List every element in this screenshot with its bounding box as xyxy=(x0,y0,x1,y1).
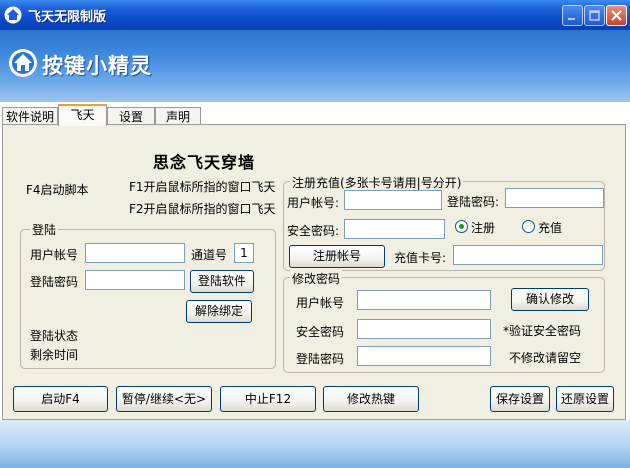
login-password-input[interactable] xyxy=(85,270,185,290)
unbind-button[interactable]: 解除绑定 xyxy=(186,300,252,323)
register-group-legend: 注册充值(多张卡号请用|号分开) xyxy=(290,174,464,191)
register-security-input[interactable] xyxy=(344,219,445,239)
change-password-legend: 修改密码 xyxy=(290,270,343,287)
recharge-card-input[interactable] xyxy=(453,245,603,265)
page-heading: 思念飞天穿墙 xyxy=(153,153,256,172)
close-button[interactable] xyxy=(606,5,627,26)
channel-input[interactable]: 1 xyxy=(234,243,254,263)
window-title: 飞天无限制版 xyxy=(28,10,107,25)
minimize-button[interactable] xyxy=(562,5,583,26)
radio-recharge[interactable] xyxy=(522,220,535,233)
login-account-label: 用户帐号 xyxy=(30,248,79,262)
change-security-input[interactable] xyxy=(357,319,491,339)
tab-software-info[interactable]: 软件说明 xyxy=(2,107,58,125)
title-bar[interactable]: 飞天无限制版 xyxy=(0,0,630,30)
change-password-label: 登陆密码 xyxy=(296,352,345,366)
radio-recharge-label: 充值 xyxy=(538,221,563,235)
stop-f12-button[interactable]: 中止F12 xyxy=(220,386,316,412)
footer-bar xyxy=(0,420,630,468)
f1-hint-label: F1开启鼠标所指的窗口飞天 xyxy=(129,180,276,194)
register-account-input[interactable] xyxy=(344,190,442,210)
register-password-label: 登陆密码: xyxy=(447,195,500,209)
restore-settings-button[interactable]: 还原设置 xyxy=(556,386,614,412)
close-icon xyxy=(611,10,622,21)
change-account-label: 用户帐号 xyxy=(296,296,345,310)
login-password-label: 登陆密码 xyxy=(30,275,79,289)
f4-hint-label: F4启动脚本 xyxy=(26,183,89,197)
register-account-button[interactable]: 注册帐号 xyxy=(289,245,385,268)
maximize-button[interactable] xyxy=(584,5,605,26)
confirm-change-button[interactable]: 确认修改 xyxy=(511,288,589,311)
home-icon xyxy=(4,6,22,24)
recharge-card-label: 充值卡号: xyxy=(394,251,447,265)
login-account-input[interactable] xyxy=(85,243,185,263)
save-settings-button[interactable]: 保存设置 xyxy=(490,386,550,412)
minimize-icon xyxy=(568,18,575,20)
change-hotkey-button[interactable]: 修改热键 xyxy=(323,386,419,412)
change-account-input[interactable] xyxy=(357,290,491,310)
register-password-input[interactable] xyxy=(505,188,604,208)
pause-continue-button[interactable]: 暂停/继续<无> xyxy=(116,386,212,412)
security-note: *验证安全密码 xyxy=(503,324,582,338)
remaining-time-label: 剩余时间 xyxy=(30,348,79,362)
radio-register[interactable] xyxy=(455,220,468,233)
password-note: 不修改请留空 xyxy=(509,351,582,365)
register-account-label: 用户帐号: xyxy=(287,196,340,210)
tab-feitian[interactable]: 飞天 xyxy=(58,104,107,126)
tab-statement[interactable]: 声明 xyxy=(155,107,201,125)
change-security-label: 安全密码 xyxy=(296,325,345,339)
logo-home-icon xyxy=(9,49,37,77)
login-button[interactable]: 登陆软件 xyxy=(190,270,254,293)
channel-label: 通道号 xyxy=(191,248,228,262)
change-password-input[interactable] xyxy=(357,346,491,366)
radio-register-label: 注册 xyxy=(471,221,496,235)
login-status-label: 登陆状态 xyxy=(30,329,79,343)
register-security-label: 安全密码: xyxy=(287,224,340,238)
logo-text: 按键小精灵 xyxy=(42,54,152,78)
maximize-icon xyxy=(589,10,600,21)
start-f4-button[interactable]: 启动F4 xyxy=(13,386,108,412)
tab-settings[interactable]: 设置 xyxy=(107,107,155,125)
login-group-legend: 登陆 xyxy=(30,221,59,238)
f2-hint-label: F2开启鼠标所指的窗口飞天 xyxy=(129,202,276,216)
